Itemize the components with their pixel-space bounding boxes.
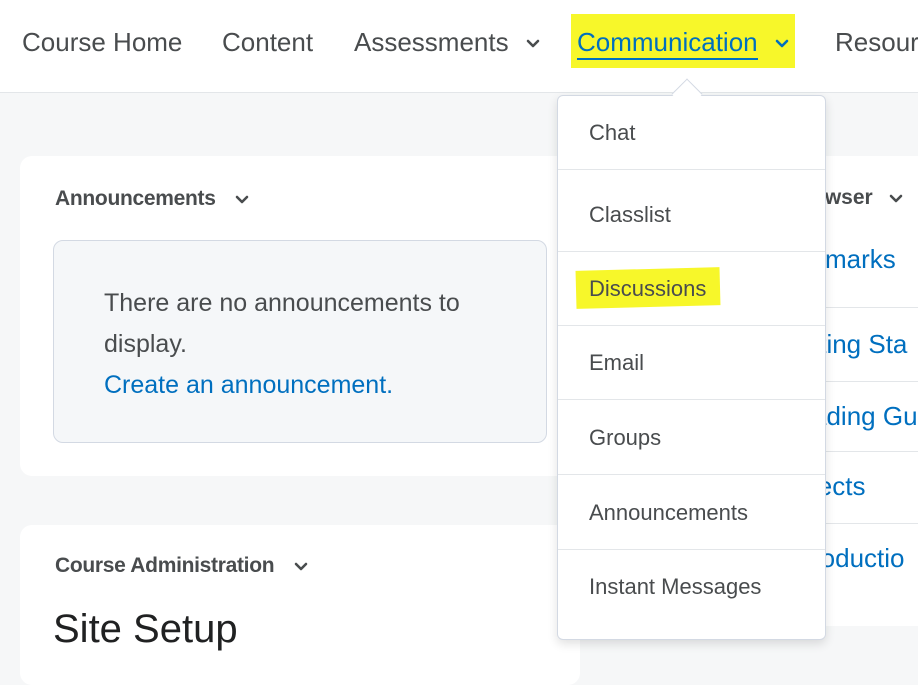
menu-item-label: Email [589, 349, 645, 375]
nav-item-label: Communication [577, 27, 758, 60]
chevron-down-icon [889, 186, 903, 210]
divider [812, 381, 918, 382]
chevron-down-icon [526, 39, 540, 49]
right-widget-link[interactable]: ading Gu [812, 401, 918, 432]
course-admin-widget-header[interactable]: Course Administration [55, 554, 308, 578]
chevron-down-icon [294, 554, 308, 578]
menu-item-email[interactable]: Email [558, 326, 825, 400]
empty-state-text: There are no announcements to display. C… [104, 283, 514, 406]
empty-message: There are no announcements to display. [104, 289, 460, 358]
course-admin-widget: Course Administration Site Setup [20, 525, 580, 685]
menu-item-classlist[interactable]: Classlist [558, 178, 825, 252]
nav-item-label: Assessments [354, 27, 509, 57]
course-navbar: Course Home Content Assessments Communic… [0, 0, 918, 93]
nav-item-resources[interactable]: Resour [835, 24, 918, 60]
nav-item-label: Course Home [22, 27, 183, 57]
divider [812, 451, 918, 452]
announcements-widget-header[interactable]: Announcements [55, 187, 249, 211]
chevron-down-icon [775, 39, 789, 49]
nav-item-label: Content [222, 27, 314, 57]
menu-item-label: Discussions [589, 275, 707, 301]
menu-item-label: Groups [589, 424, 662, 450]
menu-item-label: Announcements [589, 499, 748, 525]
site-setup-heading: Site Setup [53, 607, 238, 651]
nav-item-label: Resour [835, 27, 918, 57]
announcements-empty-state: There are no announcements to display. C… [53, 240, 547, 443]
menu-item-groups[interactable]: Groups [558, 401, 825, 475]
right-widget-link[interactable]: tting Sta [812, 329, 907, 360]
menu-item-discussions[interactable]: Discussions [558, 252, 825, 326]
widget-title: Announcements [55, 187, 216, 210]
nav-item-content[interactable]: Content [222, 24, 313, 60]
widget-title: Course Administration [55, 554, 275, 577]
divider [812, 523, 918, 524]
divider [812, 307, 918, 308]
announcements-widget: Announcements There are no announcements… [20, 156, 580, 476]
nav-item-assessments[interactable]: Assessments [354, 24, 540, 60]
menu-item-announcements[interactable]: Announcements [558, 476, 825, 550]
nav-item-course-home[interactable]: Course Home [22, 24, 182, 60]
menu-item-label: Classlist [589, 201, 671, 227]
menu-item-label: Chat [589, 119, 636, 145]
communication-dropdown-menu: Chat Classlist Discussions Email Groups … [557, 95, 826, 640]
menu-item-instant-messages[interactable]: Instant Messages [558, 550, 825, 624]
create-announcement-link[interactable]: Create an announcement. [104, 371, 393, 399]
chevron-down-icon [235, 187, 249, 211]
nav-item-communication[interactable]: Communication [577, 24, 789, 60]
menu-item-label: Instant Messages [589, 574, 762, 599]
menu-item-chat[interactable]: Chat [558, 96, 825, 170]
